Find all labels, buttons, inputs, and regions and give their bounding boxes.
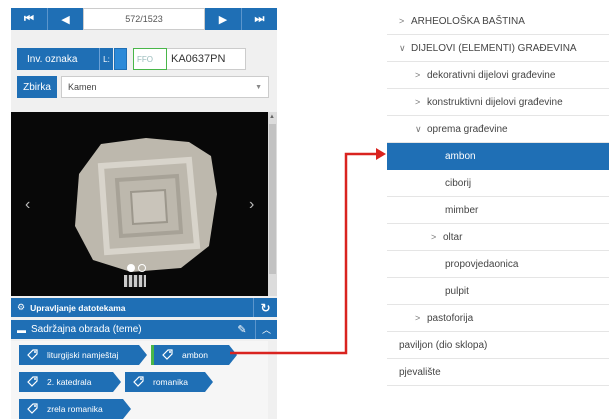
tag-2-katedrala[interactable]: 2. katedrala [19,372,121,392]
tree-item-label: pjevalište [399,366,441,378]
tree-item-label: konstruktivni dijelovi građevine [427,96,563,108]
chevron-right-icon: > [431,232,437,242]
edit-button[interactable]: ✎ [231,320,253,339]
tag-label: ambon [182,350,208,360]
inventory-code-input[interactable]: KA0637PN [167,48,246,70]
tree-item-paviljon[interactable]: paviljon (dio sklopa) [387,332,609,359]
record-navigation: ⏮ ◀ 572/1523 ▶ ⏭ [11,8,277,30]
first-record-button[interactable]: ⏮ [11,8,47,30]
chevron-right-icon: > [415,70,421,80]
next-record-button[interactable]: ▶ [205,8,241,30]
chevron-down-icon: ∨ [399,42,406,53]
topic-tags: liturgijski namještaj ambon 2. katedrala… [11,341,268,419]
tree-item-dijelovi-gradevina[interactable]: ∨ DIJELOVI (ELEMENTI) GRAĐEVINA [387,35,609,62]
tree-item-label: ARHEOLOŠKA BAŠTINA [411,15,525,27]
gear-icon: ⚙ [17,302,26,312]
file-manager-label: Upravljanje datotekama [30,302,126,313]
tag-liturgijski-namjestaj[interactable]: liturgijski namještaj [19,345,147,365]
chevron-right-icon[interactable]: › [249,196,254,214]
chevron-up-icon: ︿ [261,325,271,335]
record-counter: 572/1523 [83,8,205,30]
thesaurus-tree: > ARHEOLOŠKA BAŠTINA ∨ DIJELOVI (ELEMENT… [387,8,609,419]
tree-item-pjevaliste[interactable]: pjevalište [387,359,609,386]
tag-label: liturgijski namještaj [47,350,119,360]
ffo-input[interactable]: FFO [133,48,167,70]
content-panel-label: Sadržajna obrada (teme) [31,324,142,335]
zbirka-select[interactable]: Kamen ▼ [61,76,269,98]
previous-record-button[interactable]: ◀ [47,8,83,30]
chevron-down-icon: ∨ [415,123,422,134]
tag-ambon[interactable]: ambon [151,345,237,365]
inventory-l-toggle[interactable] [114,48,127,70]
skip-first-icon: ⏮ [24,12,34,25]
chevron-right-icon: > [415,97,421,107]
chevron-left-icon[interactable]: ‹ [25,196,30,214]
image-thumbnail[interactable] [124,275,146,287]
tag-label: romanika [153,377,188,387]
scroll-up-icon[interactable]: ▲ [269,114,275,120]
tree-item-label: mimber [445,204,479,216]
tree-item-pulpit[interactable]: pulpit [387,278,609,305]
inventory-label: Inv. oznaka [17,48,99,70]
tree-item-label: dekorativni dijelovi građevine [427,69,556,81]
tree-item-label: oprema građevine [427,123,508,135]
tree-item-label: ciborij [445,177,472,189]
tree-item-oprema-gradevine[interactable]: ∨ oprema građevine [387,116,609,143]
tree-item-arheoloska-bastina[interactable]: > ARHEOLOŠKA BAŠTINA [387,8,609,35]
zbirka-row: Zbirka Kamen ▼ [17,76,269,98]
artifact-photo [75,138,217,272]
caret-down-icon: ▼ [255,83,262,91]
tree-item-ambon[interactable]: ambon [387,143,609,170]
tag-icon [133,376,144,387]
record-panel: ⏮ ◀ 572/1523 ▶ ⏭ Inv. oznaka L: FFO KA06… [11,8,277,419]
tag-icon [27,349,38,360]
folder-icon: ▬ [17,324,26,335]
chevron-right-icon: > [415,313,421,323]
tree-item-label: ambon [445,151,476,162]
viewer-scrollbar[interactable]: ▲ [268,112,277,296]
tag-icon [162,349,173,360]
last-record-button[interactable]: ⏭ [241,8,277,30]
zbirka-value: Kamen [68,82,97,92]
tree-item-label: pastoforija [427,312,474,324]
file-manager-bar[interactable]: ⚙ Upravljanje datotekama ↻ [11,298,277,317]
tree-item-pastoforija[interactable]: > pastoforija [387,305,609,332]
tree-item-label: pulpit [445,285,469,297]
tag-label: zrela romanika [47,404,103,414]
carousel-dot-active[interactable] [127,264,135,272]
tag-label: 2. katedrala [47,377,92,387]
tag-zrela-romanika[interactable]: zrela romanika [19,399,131,419]
inventory-row: Inv. oznaka L: FFO KA0637PN [17,48,246,70]
tree-item-mimber[interactable]: mimber [387,197,609,224]
carousel-dot[interactable] [138,264,146,272]
next-icon: ▶ [218,13,228,26]
tree-item-label: DIJELOVI (ELEMENTI) GRAĐEVINA [411,42,577,54]
skip-last-icon: ⏭ [254,12,265,25]
image-viewer[interactable]: ‹ › [11,112,268,296]
chevron-right-icon: > [399,16,405,26]
refresh-icon: ↻ [260,300,271,315]
scrollbar-thumb[interactable] [269,124,276,274]
tree-item-konstruktivni-dijelovi[interactable]: > konstruktivni dijelovi građevine [387,89,609,116]
tree-item-dekorativni-dijelovi[interactable]: > dekorativni dijelovi građevine [387,62,609,89]
zbirka-label: Zbirka [17,76,57,98]
tree-item-label: oltar [443,231,463,243]
previous-icon: ◀ [61,13,70,26]
inventory-l-label: L: [99,48,113,70]
tree-item-label: paviljon (dio sklopa) [399,339,488,351]
tag-icon [27,376,38,387]
tree-item-ciborij[interactable]: ciborij [387,170,609,197]
tree-item-label: propovjedaonica [445,258,519,270]
carousel-indicators [127,264,146,272]
refresh-button[interactable]: ↻ [253,298,277,317]
collapse-button[interactable]: ︿ [255,320,277,339]
tree-item-propovjedaonica[interactable]: propovjedaonica [387,251,609,278]
edit-icon: ✎ [237,324,247,336]
tree-item-oltar[interactable]: > oltar [387,224,609,251]
tag-romanika[interactable]: romanika [125,372,213,392]
tag-icon [27,403,38,414]
content-panel-header[interactable]: ▬ Sadržajna obrada (teme) ✎ ︿ [11,320,277,339]
